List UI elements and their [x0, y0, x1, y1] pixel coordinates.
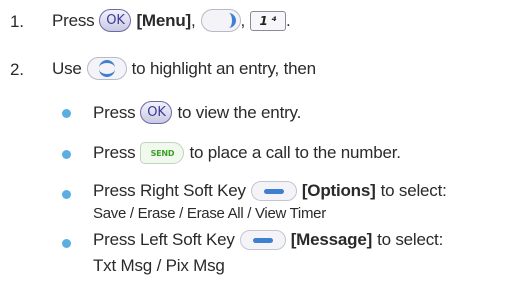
- bullet-2-suffix: to place a call to the number.: [189, 143, 401, 162]
- up-down-nav-key-icon: [86, 57, 127, 80]
- step-1-comma-1: ,: [190, 10, 196, 30]
- bullet-2-prefix: Press: [93, 143, 136, 162]
- step-2-use: Use: [52, 58, 82, 78]
- bullet-place-call: Press SEND to place a call to the number…: [93, 142, 401, 164]
- bullet-1-prefix: Press: [93, 102, 136, 122]
- bullet-3-prefix: Press Right Soft Key: [93, 181, 246, 200]
- send-key-icon: SEND: [140, 142, 185, 164]
- message-choices: Txt Msg / Pix Msg: [93, 256, 225, 275]
- step-2-number: 2.: [10, 60, 24, 79]
- key-1-icon: 1 ⁴: [250, 10, 287, 31]
- bullet-1-suffix: to view the entry.: [177, 102, 302, 122]
- step-1-comma-2: ,: [240, 10, 246, 30]
- message-label: [Message]: [290, 230, 373, 249]
- step-1-number: 1.: [10, 12, 24, 31]
- bullet-3-suffix: to select:: [380, 181, 447, 200]
- step-1-press: Press: [52, 10, 95, 30]
- bullet-dot: [62, 109, 71, 118]
- bullet-dot: [62, 190, 71, 199]
- bullet-options: Press Right Soft Key [Options] to select…: [93, 181, 447, 201]
- step-1-period: .: [286, 10, 291, 30]
- bullet-message: Press Left Soft Key [Message] to select:: [93, 230, 443, 250]
- ok-key-icon: OK: [140, 101, 173, 124]
- options-choices: Save / Erase / Erase All / View Timer: [93, 205, 326, 222]
- bullet-4-suffix: to select:: [377, 230, 444, 249]
- right-soft-key-icon: [250, 181, 297, 201]
- bullet-view-entry: Press OK to view the entry.: [93, 101, 301, 124]
- menu-label: [Menu]: [136, 10, 191, 30]
- options-label: [Options]: [301, 181, 376, 200]
- step-2-text: to highlight an entry, then: [131, 58, 316, 78]
- ok-key-icon: OK: [99, 9, 132, 32]
- step-2: Use to highlight an entry, then: [52, 57, 316, 80]
- left-soft-key-icon: [239, 230, 286, 250]
- step-1: Press OK [Menu] , , 1 ⁴ .: [52, 9, 291, 32]
- bullet-4-prefix: Press Left Soft Key: [93, 230, 235, 249]
- right-nav-key-icon: [200, 9, 241, 32]
- bullet-dot: [62, 239, 71, 248]
- bullet-dot: [62, 150, 71, 159]
